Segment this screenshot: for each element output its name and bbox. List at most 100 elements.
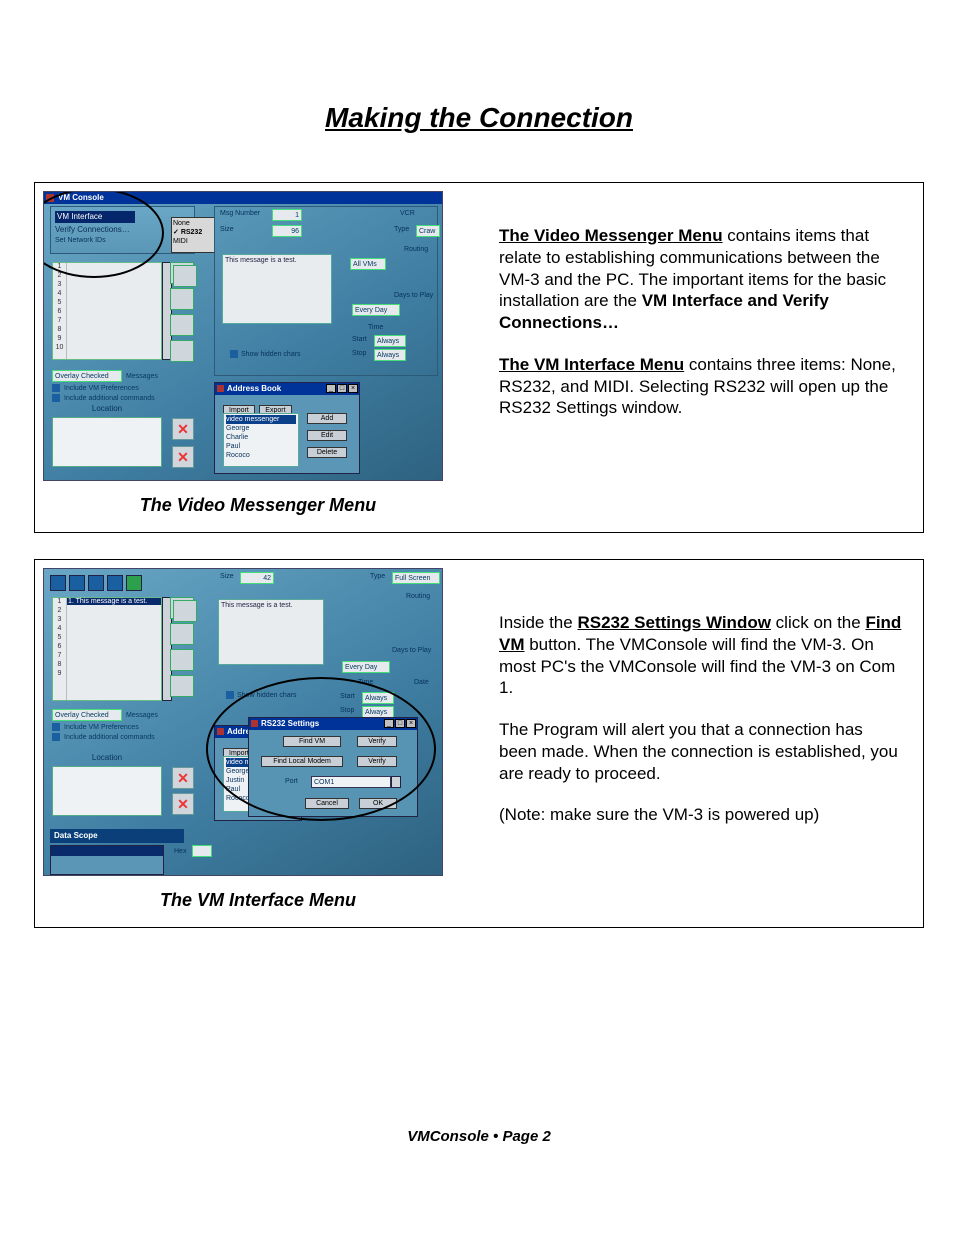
stop-field[interactable]: Always	[374, 349, 406, 361]
tool-btn[interactable]	[170, 623, 194, 645]
menu-item-verify-connections[interactable]: Verify Connections…	[55, 225, 155, 234]
vm-interface-submenu[interactable]: None ✓ RS232 MIDI	[171, 217, 215, 253]
time-label: Time	[358, 679, 373, 686]
toolbar-btn[interactable]	[69, 575, 85, 591]
include-prefs-checkbox[interactable]	[52, 384, 60, 392]
tool-btn-2[interactable]	[170, 288, 194, 310]
routing-label: Routing	[404, 246, 428, 253]
cancel-button[interactable]: Cancel	[305, 798, 349, 809]
show-hidden-checkbox[interactable]	[230, 350, 238, 358]
side-toolbar	[170, 262, 196, 366]
routing-field[interactable]: All VMs	[350, 258, 386, 270]
overlay-select[interactable]: Overlay Checked	[52, 370, 122, 382]
type-field[interactable]: Craw	[416, 225, 440, 237]
list-item-selected[interactable]: 1. This message is a test.	[67, 598, 161, 605]
toolbar-btn[interactable]	[107, 575, 123, 591]
days-field[interactable]: Every Day	[352, 304, 400, 316]
submenu-rs232[interactable]: ✓ RS232	[173, 228, 213, 237]
delete-button[interactable]: Delete	[307, 447, 347, 458]
toolbar-btn[interactable]	[50, 575, 66, 591]
message-text[interactable]: This message is a test.	[222, 254, 332, 324]
delete-all-button[interactable]: ✕	[172, 446, 194, 468]
tool-btn[interactable]	[170, 649, 194, 671]
days-field[interactable]: Every Day	[342, 661, 390, 673]
include-prefs-checkbox[interactable]	[52, 723, 60, 731]
start-field[interactable]: Always	[374, 335, 406, 347]
s2p1c: click on the	[771, 613, 866, 632]
location-box[interactable]	[52, 417, 162, 467]
routing-label: Routing	[406, 593, 430, 600]
find-vm-button[interactable]: Find VM	[283, 736, 341, 747]
delete-one-button[interactable]: ✕	[172, 418, 194, 440]
s2p3: (Note: make sure the VM-3 is powered up)	[499, 804, 903, 826]
start-field[interactable]: Always	[362, 692, 394, 704]
screenshot-vm-menu: VM Console VM Interface Verify Connectio…	[43, 191, 443, 481]
addr-item[interactable]: video messenger	[226, 415, 296, 424]
delete-all-button[interactable]: ✕	[172, 793, 194, 815]
addr-item[interactable]: Charlie	[226, 433, 296, 442]
max-icon[interactable]: □	[395, 719, 405, 728]
show-hidden-row: Show hidden chars	[230, 350, 301, 358]
days-label: Days to Play	[394, 292, 433, 299]
close-icon[interactable]: ×	[406, 719, 416, 728]
location-group: Location	[52, 753, 162, 816]
show-hidden-label: Show hidden chars	[241, 351, 301, 358]
rs232-settings-window[interactable]: RS232 Settings _□× Find VM Verify Find L…	[248, 717, 418, 817]
addr-item[interactable]: George	[226, 424, 296, 433]
menu-item-vm-interface[interactable]: VM Interface	[55, 211, 135, 223]
type-label: Type	[370, 573, 385, 580]
messages-label: Messages	[126, 373, 158, 380]
tool-btn[interactable]	[170, 675, 194, 697]
submenu-none[interactable]: None	[173, 219, 213, 228]
verify-modem-button[interactable]: Verify	[357, 756, 397, 767]
min-icon[interactable]: _	[384, 719, 394, 728]
stop-label: Stop	[340, 707, 354, 714]
size-field[interactable]: 42	[240, 572, 274, 584]
tool-btn-3[interactable]	[170, 314, 194, 336]
ok-button[interactable]: OK	[359, 798, 397, 809]
find-local-modem-button[interactable]: Find Local Modem	[261, 756, 343, 767]
toolbar-btn[interactable]	[88, 575, 104, 591]
date-label: Date	[414, 679, 429, 686]
submenu-midi[interactable]: MIDI	[173, 237, 213, 246]
tool-btn-4[interactable]	[170, 340, 194, 362]
data-scope-panel[interactable]: Data Scope	[50, 829, 184, 843]
addr-item[interactable]: Paul	[226, 442, 296, 451]
menu-item-set-network-ids[interactable]: Set Network IDs	[55, 237, 155, 244]
edit-button[interactable]: Edit	[307, 430, 347, 441]
include-prefs-label: Include VM Preferences	[64, 724, 139, 731]
max-icon[interactable]: □	[337, 384, 347, 393]
data-scope-window[interactable]	[50, 845, 164, 875]
vcr-label: VCR	[400, 210, 415, 217]
type-field[interactable]: Full Screen	[392, 572, 440, 584]
para2-lead: The VM Interface Menu	[499, 355, 684, 374]
toolbar-btn[interactable]	[126, 575, 142, 591]
size-field[interactable]: 96	[272, 225, 302, 237]
delete-one-button[interactable]: ✕	[172, 767, 194, 789]
port-select[interactable]: COM1	[311, 776, 391, 788]
show-hidden-checkbox[interactable]	[226, 691, 234, 699]
include-cmds-checkbox[interactable]	[52, 394, 60, 402]
min-icon[interactable]: _	[326, 384, 336, 393]
video-messenger-menu[interactable]: VM Interface Verify Connections… Set Net…	[50, 206, 195, 254]
verify-button[interactable]: Verify	[357, 736, 397, 747]
include-cmds-checkbox[interactable]	[52, 733, 60, 741]
add-button[interactable]: Add	[307, 413, 347, 424]
hex-select[interactable]	[192, 845, 212, 857]
figure-1-caption: The Video Messenger Menu	[43, 495, 473, 516]
address-list[interactable]: video messenger George Charlie Paul Roco…	[223, 413, 299, 467]
section-2: 123456789 1. This message is a test. Ove	[34, 559, 924, 928]
addr-item[interactable]: Rococo	[226, 451, 296, 460]
port-dropdown-icon[interactable]	[391, 776, 401, 788]
message-text[interactable]: This message is a test.	[218, 599, 324, 665]
para1-lead: The Video Messenger Menu	[499, 226, 723, 245]
overlay-select[interactable]: Overlay Checked	[52, 709, 122, 721]
msg-number-field[interactable]: 1	[272, 209, 302, 221]
msg-number-label: Msg Number	[220, 210, 260, 217]
location-box[interactable]	[52, 766, 162, 816]
message-list[interactable]: 12345678910	[52, 262, 162, 360]
message-list[interactable]: 123456789 1. This message is a test.	[52, 597, 162, 701]
hex-label: Hex	[174, 848, 186, 855]
address-book-window[interactable]: Address Book _□× Import Export video mes…	[214, 382, 360, 474]
close-icon[interactable]: ×	[348, 384, 358, 393]
